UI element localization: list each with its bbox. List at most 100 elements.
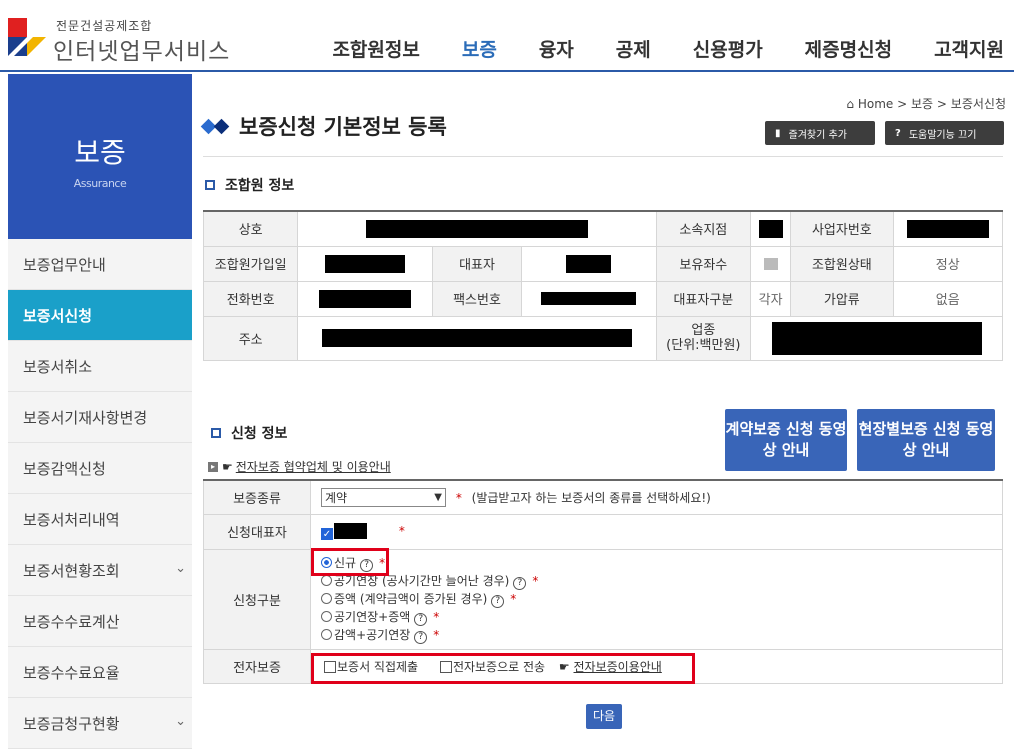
sidebar-item-label: 보증서현황조회 [23,561,120,580]
redacted-block [366,219,588,238]
hand-pointer-icon: ☛ [222,459,233,474]
table-header-cell: 대표자구분 [655,280,752,317]
industry-unit-label: (단위:백만원) [666,338,741,353]
sidebar-item-label: 보증금청구현황 [23,714,120,733]
radio-button[interactable] [321,629,332,640]
site-video-guide-button[interactable]: 현장별보증 신청 동영상 안내 [857,409,995,471]
category-option-extension[interactable]: 공기연장 (공사기간만 늘어난 경우)? * [321,572,1002,590]
redacted-block [763,257,778,270]
highlight-box [311,548,389,576]
redacted-block [325,254,406,273]
redacted-block [758,219,783,238]
favorite-button[interactable]: ▮ 즐겨찾기 추가 [765,121,875,145]
redacted-block [771,321,982,355]
category-option-extension-increase[interactable]: 공기연장+증액? * [321,608,1002,626]
contract-video-guide-button[interactable]: 계약보증 신청 동영상 안내 [725,409,847,471]
sidebar-hero: 보증 Assurance [8,74,192,239]
sidebar-item-label: 보증서기재사항변경 [23,408,148,427]
sidebar-item-label: 보증업무안내 [23,255,106,274]
name-value [297,210,657,247]
gnb-item-certificate[interactable]: 제증명신청 [805,35,892,62]
industry-value [750,315,1003,361]
breadcrumb-level1[interactable]: 보증 [911,97,933,111]
sidebar: 보증 Assurance 보증업무안내 보증서신청 보증서취소 보증서기재사항변… [8,74,192,749]
sidebar-item-guide[interactable]: 보증업무안내 [8,239,192,290]
breadcrumb: ⌂ Home > 보증 > 보증서신청 [846,95,1006,112]
bookmark-icon: ▮ [775,127,781,139]
representative-checkbox[interactable]: ✓ [321,527,333,540]
radio-button[interactable] [321,575,332,586]
sidebar-item-reduce[interactable]: 보증감액신청 [8,443,192,494]
highlight-box [311,653,695,684]
section-title-apply: 신청 정보 [211,423,287,443]
sidebar-title: 보증 [74,136,126,169]
gnb-item-guarantee[interactable]: 보증 [462,35,497,62]
sidebar-item-modify[interactable]: 보증서기재사항변경 [8,392,192,443]
gnb-item-credit-rating[interactable]: 신용평가 [693,35,763,62]
phone-value [297,280,433,317]
representative-cell: ✓ * [310,513,1003,550]
help-off-button[interactable]: ? 도움말기능 끄기 [885,121,1004,145]
help-icon[interactable]: ? [414,631,428,644]
sidebar-item-fee-calc[interactable]: 보증수수료계산 [8,596,192,647]
gnb-item-support[interactable]: 고객지원 [934,35,1004,62]
guarantee-type-select[interactable]: 계약 ▼ [321,487,446,507]
help-icon[interactable]: ? [513,577,527,590]
required-mark: * [398,523,405,538]
sidebar-item-apply[interactable]: 보증서신청 [8,290,192,341]
logo-icon[interactable] [8,18,46,56]
gnb-item-loan[interactable]: 융자 [539,35,574,62]
gnb-item-member-info[interactable]: 조합원정보 [332,35,419,62]
table-header-cell: 조합원상태 [790,245,894,282]
sidebar-item-fee-rate[interactable]: 보증수수료요율 [8,647,192,698]
radio-button[interactable] [321,611,332,622]
page-title-text: 보증신청 기본정보 등록 [239,115,447,139]
sidebar-item-label: 보증서처리내역 [23,510,120,529]
sidebar-item-claim[interactable]: 보증금청구현황 ⌄ [8,698,192,749]
shares-value [750,245,792,282]
category-option-decrease-extension[interactable]: 감액+공기연장? * [321,626,1002,644]
sidebar-item-label: 보증서취소 [23,357,93,376]
divider [203,156,1003,157]
sidebar-item-label: 보증서신청 [23,306,93,325]
sidebar-item-label: 보증수수료요율 [23,663,120,682]
sidebar-item-status[interactable]: 보증서현황조회 ⌄ [8,545,192,596]
status-value: 정상 [892,245,1004,282]
table-header-cell: 신청대표자 [203,513,311,550]
breadcrumb-separator: > [897,97,908,111]
section-title-text: 조합원 정보 [225,178,295,194]
category-option-new[interactable]: 신규? * [321,554,1002,572]
table-header-cell: 상호 [202,210,299,247]
category-cell: 신규? * 공기연장 (공사기간만 늘어난 경우)? * 증액 (계약금액이 증가된… [310,548,1003,650]
table-header-cell: 주소 [202,315,299,361]
category-option-increase[interactable]: 증액 (계약금액이 증가된 경우)? * [321,590,1002,608]
redacted-block [334,523,367,540]
table-header-cell: 보유좌수 [655,245,752,282]
next-button[interactable]: 다음 [586,704,622,729]
sidebar-item-history[interactable]: 보증서처리내역 [8,494,192,545]
redacted-block [541,292,637,305]
help-icon[interactable]: ? [414,613,428,626]
bizno-value [892,210,1004,247]
ebond-info-link[interactable]: ▸ ☛ 전자보증 협약업체 및 이용안내 [208,458,391,475]
joindate-value [297,245,433,282]
sidebar-item-label: 보증감액신청 [23,459,106,478]
table-header-cell: 신청구분 [203,548,311,650]
table-header-cell: 조합원가입일 [202,245,299,282]
home-icon: ⌂ [846,97,854,111]
required-mark: * [433,628,440,642]
radio-button[interactable] [321,593,332,604]
category-option-label: 감액+공기연장 [334,628,411,642]
sidebar-item-cancel[interactable]: 보증서취소 [8,341,192,392]
required-mark: * [433,610,440,624]
branch-value [750,210,792,247]
table-header-cell: 팩스번호 [431,280,523,317]
logo-title[interactable]: 인터넷업무서비스 [53,32,230,66]
guarantee-type-value: 계약 [325,490,348,505]
breadcrumb-home[interactable]: Home [858,97,893,111]
help-icon[interactable]: ? [491,595,505,608]
question-icon: ? [895,127,901,139]
global-nav: 조합원정보 보증 융자 공제 신용평가 제증명신청 고객지원 [290,35,1004,62]
table-header-cell: 대표자 [431,245,523,282]
gnb-item-mutual-aid[interactable]: 공제 [616,35,651,62]
